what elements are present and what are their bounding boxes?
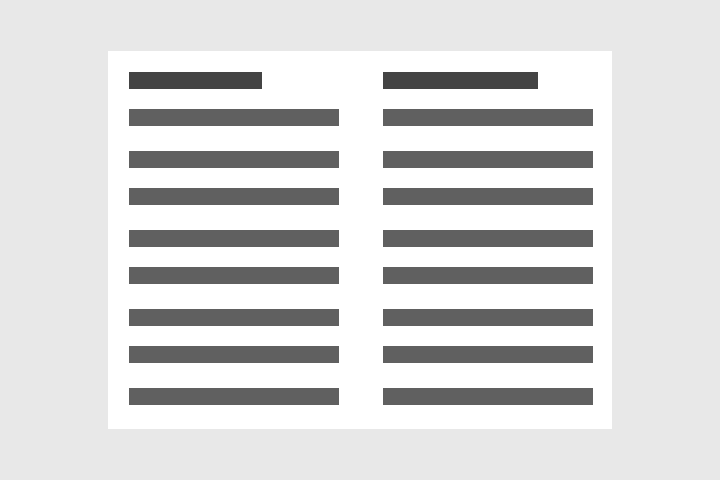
right-column-text-line-placeholder [383,151,593,168]
left-column-text-line-placeholder [129,109,339,126]
right-column-text-line-placeholder [383,309,593,326]
right-column-text-line-placeholder [383,346,593,363]
right-column [383,72,593,405]
right-column-heading-placeholder [383,72,538,89]
left-column-text-line-placeholder [129,309,339,326]
left-column-heading-placeholder [129,72,262,89]
left-column-text-line-placeholder [129,388,339,405]
right-column-text-line-placeholder [383,388,593,405]
document-page [108,51,612,429]
left-column-text-line-placeholder [129,346,339,363]
right-column-text-line-placeholder [383,188,593,205]
left-column [129,72,339,405]
left-column-text-line-placeholder [129,188,339,205]
right-column-text-line-placeholder [383,267,593,284]
left-column-text-line-placeholder [129,151,339,168]
left-column-text-line-placeholder [129,230,339,247]
right-column-text-line-placeholder [383,230,593,247]
left-column-text-line-placeholder [129,267,339,284]
right-column-text-line-placeholder [383,109,593,126]
